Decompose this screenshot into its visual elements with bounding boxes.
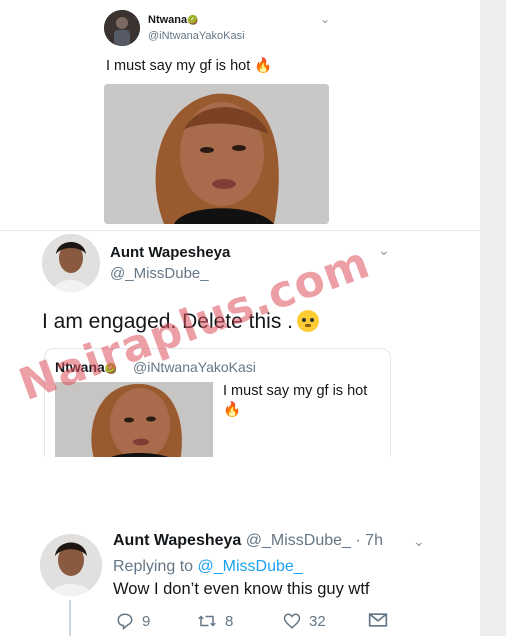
reply-button[interactable]: 9 bbox=[116, 612, 150, 630]
direct-message-button[interactable] bbox=[368, 612, 388, 628]
avatar[interactable] bbox=[40, 534, 102, 596]
replying-to: Replying to @_MissDube_ bbox=[113, 558, 303, 575]
tweet-text: I must say my gf is hot 🔥 bbox=[106, 58, 273, 74]
reply-count: 9 bbox=[142, 612, 151, 630]
tweet-text: Wow I don’t even know this guy wtf bbox=[113, 580, 370, 598]
avatar-image bbox=[104, 10, 140, 46]
author-handle[interactable]: @_MissDube_ bbox=[110, 265, 209, 282]
thread-line bbox=[69, 600, 71, 636]
avatar-image bbox=[42, 234, 100, 292]
envelope-icon bbox=[368, 613, 388, 627]
author-handle[interactable]: @_MissDube_ bbox=[246, 532, 351, 549]
chevron-down-icon[interactable]: ⌄ bbox=[378, 242, 390, 259]
like-count: 32 bbox=[309, 612, 326, 630]
retweet-button[interactable]: 8 bbox=[197, 612, 233, 630]
heart-icon bbox=[283, 613, 301, 629]
author-handle[interactable]: @iNtwanaYakoKasi bbox=[148, 30, 245, 42]
flushed-face-icon bbox=[297, 310, 319, 332]
divider bbox=[0, 230, 480, 231]
author-name[interactable]: Aunt Wapesheya bbox=[110, 244, 230, 261]
author-name[interactable]: Ntwana🥝 bbox=[148, 14, 198, 26]
quoted-text: I must say my gf is hot 🔥 bbox=[223, 383, 368, 418]
scrollbar-track[interactable] bbox=[480, 0, 506, 636]
author-name[interactable]: Aunt Wapesheya bbox=[113, 532, 241, 549]
fire-icon: 🔥 bbox=[223, 402, 242, 418]
avatar-image bbox=[40, 534, 102, 596]
retweet-count: 8 bbox=[225, 612, 234, 630]
tweet-screenshot: Ntwana🥝 @iNtwanaYakoKasi ⌄ I must say my… bbox=[0, 0, 480, 636]
chevron-down-icon[interactable]: ⌄ bbox=[320, 12, 330, 26]
timestamp[interactable]: 7h bbox=[365, 532, 383, 549]
woman-portrait-image bbox=[104, 84, 329, 224]
reply-header: Aunt Wapesheya @_MissDube_ · 7h bbox=[113, 532, 383, 549]
tweet-photo[interactable] bbox=[104, 84, 329, 224]
chevron-down-icon[interactable]: ⌄ bbox=[413, 533, 425, 550]
retweet-icon bbox=[198, 615, 216, 627]
replying-to-link[interactable]: @_MissDube_ bbox=[198, 558, 303, 575]
reply-icon bbox=[117, 613, 133, 630]
fire-icon: 🔥 bbox=[254, 58, 273, 74]
like-button[interactable]: 32 bbox=[283, 612, 326, 630]
avatar[interactable] bbox=[42, 234, 100, 292]
avatar[interactable] bbox=[104, 10, 140, 46]
